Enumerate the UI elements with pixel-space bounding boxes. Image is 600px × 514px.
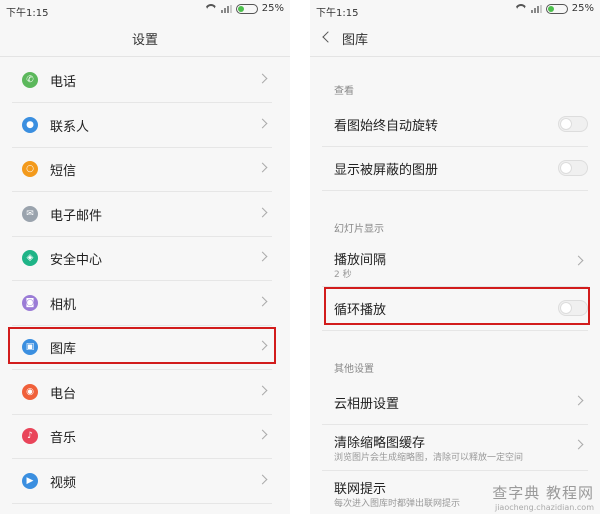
network-label: 联网提示 (334, 482, 387, 497)
settings-item[interactable]: ▶ 视频 (12, 459, 272, 504)
settings-item-label: 电台 (50, 386, 77, 402)
mail-icon: ✉ (22, 205, 38, 222)
page-title: 设置 (131, 33, 158, 48)
phone-icon: ✆ (22, 72, 38, 88)
chevron-right-icon (573, 255, 584, 266)
show-hidden-label: 显示被屏蔽的图册 (334, 163, 439, 178)
battery-icon (545, 3, 568, 14)
status-time: 下午1:15 (316, 8, 359, 19)
chevron-right-icon (257, 296, 268, 306)
settings-item[interactable]: ○ 短信 (12, 147, 272, 192)
show-hidden-toggle[interactable] (558, 160, 588, 176)
chevron-right-icon (257, 474, 268, 484)
radio-icon: ◉ (22, 383, 38, 400)
settings-item[interactable]: ◉ 电台 (12, 370, 272, 415)
settings-item[interactable]: ✉ 电子邮件 (12, 192, 272, 237)
section-other: 其他设置 (334, 364, 374, 375)
gallery-settings-screen: 下午1:15 25% 图库 查看 看图始终自动旋转 显示被屏蔽的图册 幻灯片显示… (310, 0, 600, 514)
wifi-icon (515, 4, 527, 13)
auto-rotate-toggle[interactable] (558, 116, 588, 132)
chevron-right-icon (257, 207, 268, 217)
settings-item-label: 联系人 (50, 119, 90, 135)
auto-rotate-row[interactable]: 看图始终自动旋转 (322, 102, 588, 147)
settings-item-label: 相机 (50, 297, 77, 313)
chevron-right-icon (257, 429, 268, 440)
chevron-right-icon (573, 439, 584, 450)
title-bar: 图库 (310, 20, 600, 57)
status-time: 下午1:15 (6, 8, 49, 19)
settings-screen: 下午1:15 25% 设置 ✆ 电话 ● 联系人 ○ 短信 ✉ 电子邮件 ◈ 安全中心 ◙ 相机 ▣ 图库… (0, 0, 290, 514)
camera-icon: ◙ (22, 294, 38, 311)
chevron-right-icon (257, 118, 268, 128)
wifi-icon (205, 4, 217, 13)
settings-item[interactable]: ● 联系人 (12, 103, 272, 148)
site-watermark: 查字典 教程网 jiaocheng.chazidian.com (492, 482, 594, 512)
settings-item[interactable]: ♪ 音乐 (12, 414, 272, 459)
interval-label: 播放间隔 (334, 253, 387, 268)
highlight-box (8, 327, 276, 364)
interval-row[interactable]: 播放间隔 2 秒 (322, 240, 588, 287)
chevron-right-icon (257, 251, 268, 262)
clear-cache-row[interactable]: 清除缩略图缓存 浏览图片会生成缩略图，清除可以释放一定空间 (322, 424, 588, 471)
status-bar: 下午1:15 25% (0, 0, 290, 20)
clear-cache-desc: 浏览图片会生成缩略图，清除可以释放一定空间 (334, 453, 524, 463)
clear-cache-label: 清除缩略图缓存 (334, 436, 426, 451)
show-hidden-row[interactable]: 显示被屏蔽的图册 (322, 146, 588, 191)
settings-item-label: 电子邮件 (50, 208, 103, 224)
cloud-row[interactable]: 云相册设置 (322, 380, 588, 425)
highlight-box (324, 287, 590, 325)
settings-item-label: 音乐 (50, 431, 77, 446)
chevron-right-icon (257, 162, 268, 173)
video-icon: ▶ (22, 472, 38, 489)
music-icon: ♪ (22, 428, 38, 444)
message-icon: ○ (22, 161, 38, 177)
shield-icon: ◈ (22, 250, 38, 266)
interval-value: 2 秒 (334, 270, 352, 280)
battery-percent: 25% (571, 3, 594, 14)
settings-item-label: 电话 (50, 75, 77, 90)
chevron-right-icon (573, 395, 584, 406)
section-view: 查看 (334, 86, 354, 97)
back-arrow-icon[interactable] (322, 31, 334, 43)
status-bar: 下午1:15 25% (310, 0, 600, 20)
contacts-icon: ● (22, 116, 38, 133)
network-desc: 每次进入图库时都弹出联网提示 (334, 499, 461, 509)
settings-item[interactable]: ◙ 相机 (12, 281, 272, 326)
auto-rotate-label: 看图始终自动旋转 (334, 119, 439, 134)
signal-icon (220, 4, 232, 13)
battery-icon (235, 3, 258, 14)
settings-item-label: 视频 (50, 475, 77, 491)
settings-item[interactable]: ◈ 安全中心 (12, 236, 272, 281)
settings-item-label: 短信 (50, 164, 77, 179)
signal-icon (530, 4, 542, 13)
watermark-url: jiaocheng.chazidian.com (494, 503, 594, 512)
title-bar: 设置 (0, 20, 290, 57)
section-slideshow: 幻灯片显示 (334, 224, 384, 235)
watermark-title: 查字典 教程网 (492, 484, 594, 502)
cloud-label: 云相册设置 (334, 397, 400, 412)
chevron-right-icon (257, 73, 268, 84)
page-title: 图库 (342, 33, 369, 48)
settings-item[interactable]: ✆ 电话 (12, 58, 272, 103)
settings-item-label: 安全中心 (50, 253, 103, 268)
chevron-right-icon (257, 385, 268, 395)
battery-percent: 25% (261, 3, 284, 14)
